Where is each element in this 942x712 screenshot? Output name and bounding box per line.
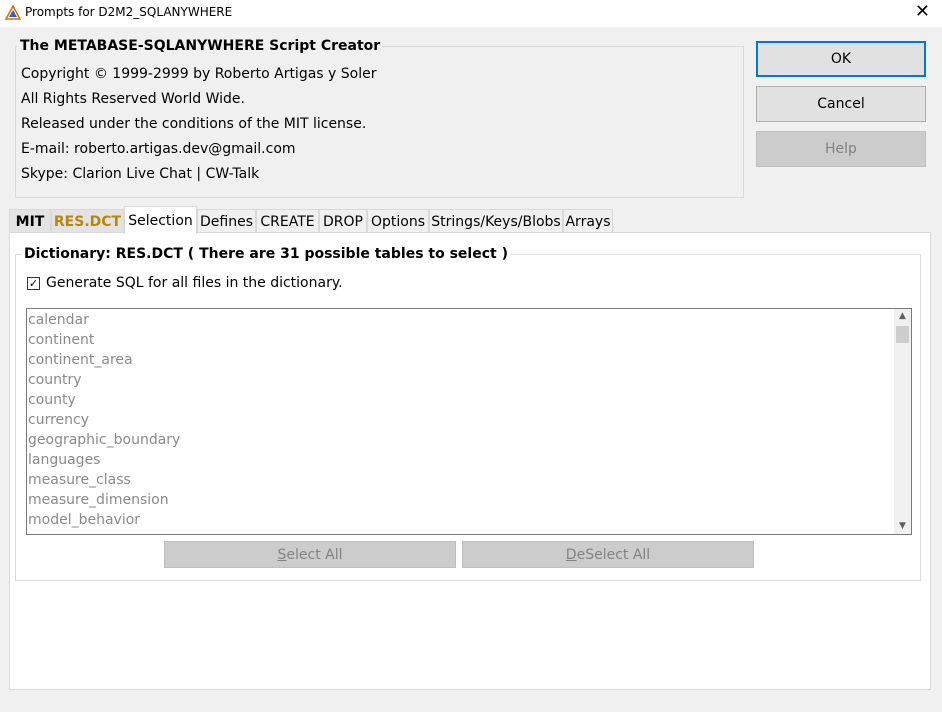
- skype-text: Skype: Clarion Live Chat | CW-Talk: [21, 166, 260, 182]
- tab-strings-keys-blobs[interactable]: Strings/Keys/Blobs: [429, 209, 563, 234]
- list-scrollbar[interactable]: ▲ ▼: [894, 309, 911, 534]
- list-item[interactable]: calendar: [28, 310, 89, 330]
- list-item[interactable]: currency: [28, 410, 89, 430]
- tab-defines[interactable]: Defines: [197, 209, 256, 234]
- list-item[interactable]: model_behavior: [28, 510, 140, 530]
- deselect-all-mnemonic: D: [565, 546, 577, 563]
- list-item[interactable]: measure_class: [28, 470, 131, 490]
- tab-drop[interactable]: DROP: [319, 209, 367, 234]
- deselect-all-button[interactable]: DeSelect All: [462, 541, 754, 568]
- close-icon[interactable]: ✕: [915, 3, 930, 21]
- tab-res-dct[interactable]: RES.DCT: [51, 209, 124, 234]
- tab-mit[interactable]: MIT: [9, 209, 51, 234]
- dictionary-group-title: Dictionary: RES.DCT ( There are 31 possi…: [22, 246, 510, 262]
- list-item[interactable]: county: [28, 390, 76, 410]
- list-item[interactable]: languages: [28, 450, 100, 470]
- license-text: Released under the conditions of the MIT…: [21, 116, 367, 132]
- help-button[interactable]: Help: [756, 131, 926, 167]
- tab-arrays[interactable]: Arrays: [563, 209, 613, 234]
- generate-all-label[interactable]: Generate SQL for all files in the dictio…: [46, 275, 343, 291]
- tab-selection[interactable]: Selection: [124, 206, 197, 234]
- copyright-text: Copyright © 1999-2999 by Roberto Artigas…: [21, 66, 377, 82]
- list-item[interactable]: country: [28, 370, 82, 390]
- list-item[interactable]: continent_area: [28, 350, 133, 370]
- email-text: E-mail: roberto.artigas.dev@gmail.com: [21, 141, 296, 157]
- app-icon: [5, 5, 21, 20]
- tables-listbox[interactable]: calendar continent continent_area countr…: [26, 308, 912, 535]
- info-group-title: The METABASE-SQLANYWHERE Script Creator: [18, 38, 383, 54]
- tab-options[interactable]: Options: [367, 209, 429, 234]
- select-all-mnemonic: S: [277, 546, 287, 563]
- list-item[interactable]: geographic_boundary: [28, 430, 180, 450]
- window-title: Prompts for D2M2_SQLANYWHERE: [25, 5, 233, 19]
- title-bar: Prompts for D2M2_SQLANYWHERE ✕: [0, 0, 942, 27]
- generate-all-checkbox[interactable]: ✓: [27, 277, 40, 290]
- scroll-up-icon[interactable]: ▲: [894, 309, 911, 324]
- list-item[interactable]: continent: [28, 330, 94, 350]
- ok-button[interactable]: OK: [756, 41, 926, 77]
- rights-text: All Rights Reserved World Wide.: [21, 91, 245, 107]
- scroll-thumb[interactable]: [896, 326, 909, 343]
- select-all-button[interactable]: Select All: [164, 541, 456, 568]
- list-item[interactable]: measure_dimension: [28, 490, 169, 510]
- select-all-label: elect All: [286, 546, 343, 563]
- deselect-all-label: eSelect All: [576, 546, 651, 563]
- scroll-down-icon[interactable]: ▼: [894, 519, 911, 534]
- tab-create[interactable]: CREATE: [256, 209, 319, 234]
- cancel-button[interactable]: Cancel: [756, 86, 926, 122]
